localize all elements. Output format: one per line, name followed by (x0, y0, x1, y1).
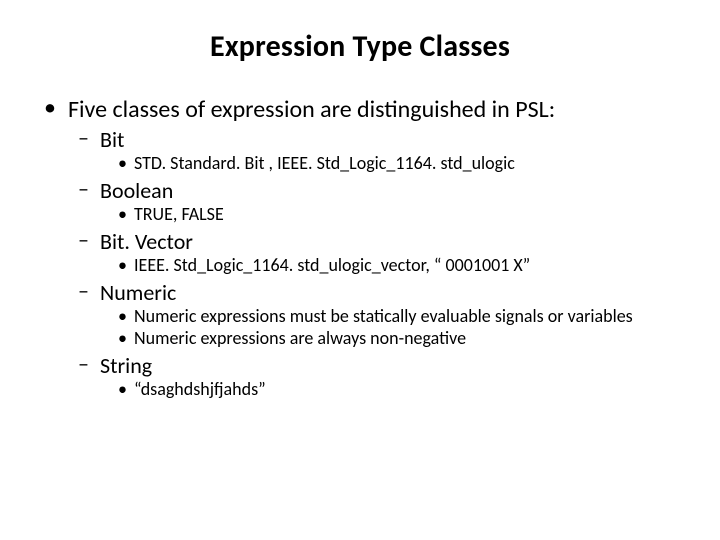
class-label: Bit (100, 126, 124, 153)
bullet-list-level3: “dsaghdshjfjahds” (100, 379, 680, 401)
class-label: Boolean (100, 177, 173, 204)
slide: Expression Type Classes Five classes of … (0, 0, 720, 540)
list-item: Numeric expressions are always non-negat… (106, 328, 680, 350)
list-item: Numeric expressions must be statically e… (106, 306, 680, 328)
list-item: STD. Standard. Bit , IEEE. Std_Logic_116… (106, 153, 680, 175)
bullet-list-level2: Bit STD. Standard. Bit , IEEE. Std_Logic… (68, 126, 680, 401)
class-label: String (100, 352, 152, 379)
slide-title: Expression Type Classes (40, 28, 680, 65)
main-bullet-text: Five classes of expression are distingui… (68, 95, 555, 124)
detail-text: “dsaghdshjfjahds” (134, 378, 266, 400)
detail-text: IEEE. Std_Logic_1164. std_ulogic_vector,… (134, 254, 530, 276)
list-item: Numeric Numeric expressions must be stat… (68, 279, 680, 350)
list-item: Bit. Vector IEEE. Std_Logic_1164. std_ul… (68, 228, 680, 277)
detail-text: TRUE, FALSE (134, 203, 224, 225)
list-item: Five classes of expression are distingui… (40, 95, 680, 401)
list-item: IEEE. Std_Logic_1164. std_ulogic_vector,… (106, 255, 680, 277)
detail-text: Numeric expressions are always non-negat… (134, 327, 466, 349)
bullet-list-level3: IEEE. Std_Logic_1164. std_ulogic_vector,… (100, 255, 680, 277)
list-item: String “dsaghdshjfjahds” (68, 352, 680, 401)
bullet-list-level1: Five classes of expression are distingui… (40, 95, 680, 401)
class-label: Bit. Vector (100, 228, 193, 255)
bullet-list-level3: Numeric expressions must be statically e… (100, 306, 680, 350)
bullet-list-level3: STD. Standard. Bit , IEEE. Std_Logic_116… (100, 153, 680, 175)
list-item: Bit STD. Standard. Bit , IEEE. Std_Logic… (68, 126, 680, 175)
bullet-list-level3: TRUE, FALSE (100, 204, 680, 226)
detail-text: STD. Standard. Bit , IEEE. Std_Logic_116… (134, 152, 515, 174)
list-item: Boolean TRUE, FALSE (68, 177, 680, 226)
list-item: TRUE, FALSE (106, 204, 680, 226)
class-label: Numeric (100, 279, 176, 306)
list-item: “dsaghdshjfjahds” (106, 379, 680, 401)
detail-text: Numeric expressions must be statically e… (134, 305, 633, 327)
